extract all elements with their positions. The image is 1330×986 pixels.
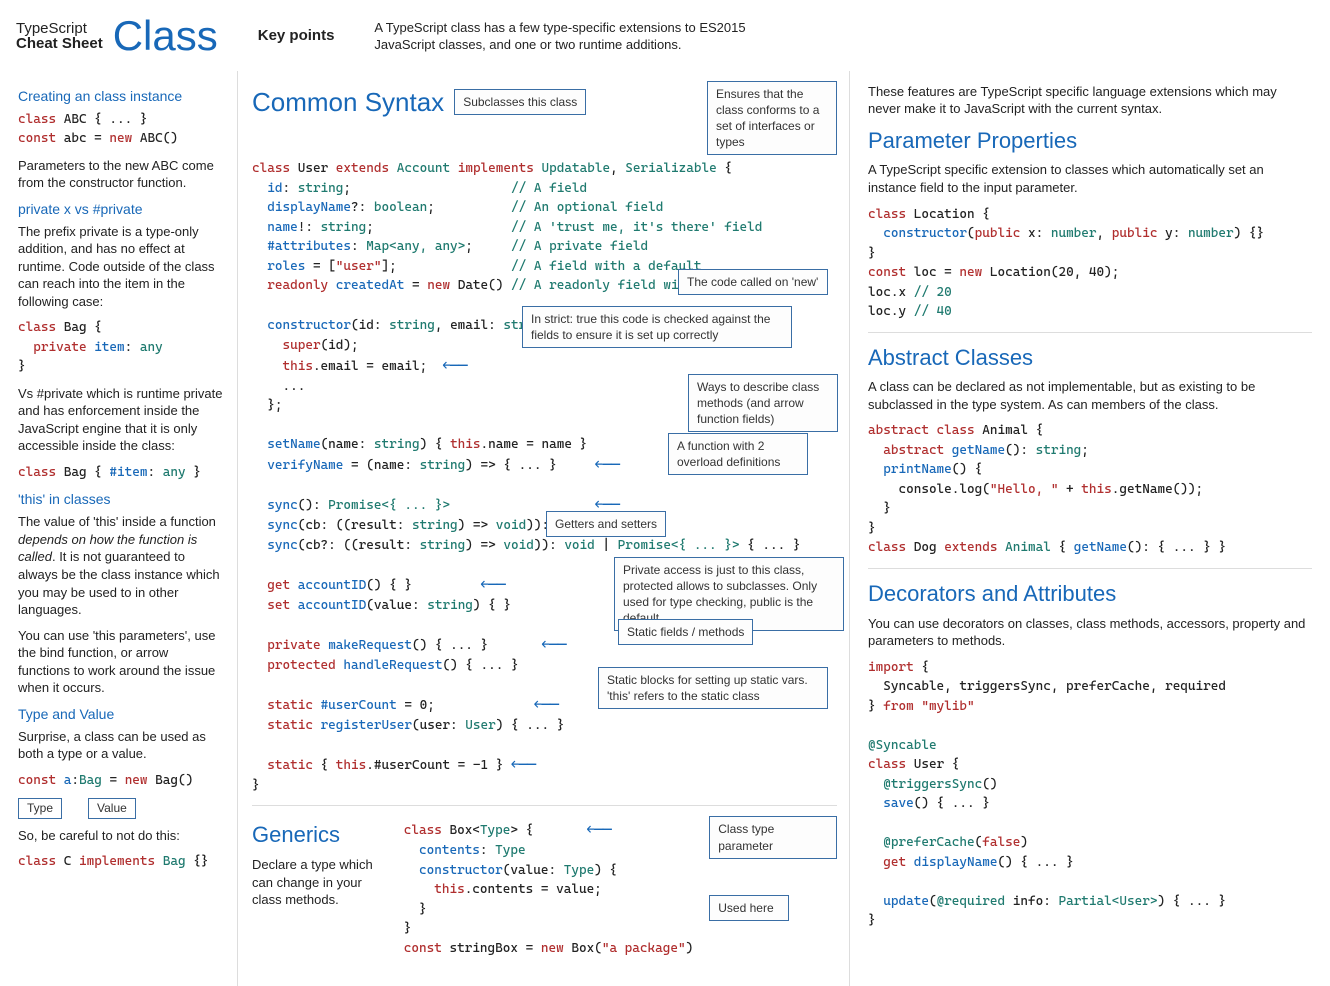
callout-subclasses: Subclasses this class bbox=[454, 89, 586, 115]
heading-private: private x vs #private bbox=[18, 200, 223, 219]
comment-optional: // An optional field bbox=[511, 200, 663, 215]
right-column: These features are TypeScript specific l… bbox=[850, 71, 1330, 986]
heading-type-and-value: Type and Value bbox=[18, 705, 223, 724]
para-hash-private: Vs #private which is runtime private and… bbox=[18, 385, 223, 455]
heading-creating-instance: Creating an class instance bbox=[18, 87, 223, 106]
ac-desc: A class can be declared as not implement… bbox=[868, 378, 1312, 413]
pp-desc: A TypeScript specific extension to class… bbox=[868, 161, 1312, 196]
para-this-workaround: You can use 'this parameters', use the b… bbox=[18, 627, 223, 697]
heading-decorators: Decorators and Attributes bbox=[868, 579, 1312, 609]
callout-class-type-param: Class type parameter bbox=[709, 816, 837, 858]
code-parameter-properties: class Location { constructor(public x: n… bbox=[868, 205, 1312, 322]
callout-conforms: Ensures that the class conforms to a set… bbox=[707, 81, 837, 156]
callout-methods: Ways to describe class methods (and arro… bbox=[688, 374, 838, 433]
para-constructor-params: Parameters to the new ABC come from the … bbox=[18, 157, 223, 192]
logo: TypeScript Cheat Sheet bbox=[16, 21, 103, 53]
logo-line1: TypeScript bbox=[16, 21, 103, 37]
callout-used-here: Used here bbox=[709, 895, 789, 921]
page-header: TypeScript Cheat Sheet Class Key points … bbox=[0, 0, 1330, 71]
callout-code-on-new: The code called on 'new' bbox=[678, 269, 828, 295]
code-generics: class Box<Type> { ←── contents: Type con… bbox=[404, 820, 694, 958]
para-careful: So, be careful to not do this: bbox=[18, 827, 223, 845]
comment-trustme: // A 'trust me, it's there' field bbox=[511, 220, 762, 235]
right-intro: These features are TypeScript specific l… bbox=[868, 83, 1312, 118]
comment-private-field: // A private field bbox=[511, 239, 648, 254]
generics-desc: Declare a type which can change in your … bbox=[252, 856, 388, 909]
heading-parameter-properties: Parameter Properties bbox=[868, 126, 1312, 156]
code-abstract: abstract class Animal { abstract getName… bbox=[868, 421, 1312, 558]
sidebar-column: Creating an class instance class ABC { .… bbox=[0, 71, 238, 986]
key-points-label: Key points bbox=[258, 26, 335, 46]
callout-getset: Getters and setters bbox=[546, 511, 666, 537]
callout-overload: A function with 2 overload definitions bbox=[668, 433, 808, 475]
callout-static: Static fields / methods bbox=[618, 619, 753, 645]
para-private-typeonly: The prefix private is a type-only additi… bbox=[18, 223, 223, 311]
heading-this: 'this' in classes bbox=[18, 490, 223, 509]
code-type-value: const a:Bag = new Bag() bbox=[18, 771, 223, 791]
heading-abstract-classes: Abstract Classes bbox=[868, 343, 1312, 373]
code-creating-instance: class ABC { ... } const abc = new ABC() bbox=[18, 110, 223, 149]
type-value-labels: Type Value bbox=[18, 798, 223, 818]
heading-common-syntax: Common Syntax bbox=[252, 85, 444, 120]
callout-static-block: Static blocks for setting up static vars… bbox=[598, 667, 828, 709]
heading-generics: Generics bbox=[252, 820, 388, 850]
comment-default: // A field with a default bbox=[511, 259, 701, 274]
label-value: Value bbox=[88, 798, 136, 818]
code-private-bag: class Bag { private item: any } bbox=[18, 318, 223, 377]
main-column: Common Syntax Subclasses this class Ensu… bbox=[238, 71, 850, 986]
para-type-value: Surprise, a class can be used as both a … bbox=[18, 728, 223, 763]
da-desc: You can use decorators on classes, class… bbox=[868, 615, 1312, 650]
label-type: Type bbox=[18, 798, 62, 818]
logo-line2: Cheat Sheet bbox=[16, 36, 103, 52]
callout-strict: In strict: true this code is checked aga… bbox=[522, 306, 792, 348]
para-this-a: The value of 'this' inside a function bbox=[18, 514, 216, 529]
code-hash-private: class Bag { #item: any } bbox=[18, 463, 223, 483]
code-implements-bag: class C implements Bag {} bbox=[18, 852, 223, 872]
para-this-depends: The value of 'this' inside a function de… bbox=[18, 513, 223, 618]
comment-field: // A field bbox=[511, 181, 587, 196]
key-points-desc: A TypeScript class has a few type-specif… bbox=[374, 19, 794, 54]
code-decorators: import { Syncable, triggersSync, preferC… bbox=[868, 658, 1312, 931]
page-title: Class bbox=[113, 8, 218, 65]
